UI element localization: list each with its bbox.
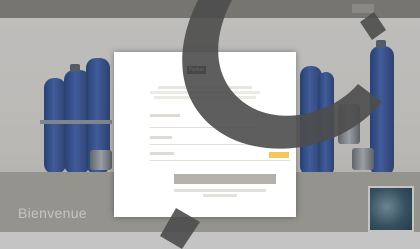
login-submit-button[interactable] (174, 174, 276, 184)
field-2-underline (150, 144, 260, 145)
password-label (150, 152, 174, 155)
dialog-intro-line-2 (150, 91, 260, 94)
dialog-footer-text (150, 189, 290, 197)
forgot-password-button[interactable] (269, 152, 289, 158)
password-input[interactable] (180, 152, 264, 158)
dialog-intro-line-3 (154, 96, 256, 99)
dialog-intro-line-1 (158, 86, 252, 89)
page-frame: Bienvenue Parker (0, 0, 420, 249)
footer-line-2 (203, 194, 237, 197)
username-underline (150, 127, 260, 128)
username-input[interactable] (150, 120, 260, 126)
field-label-2 (150, 136, 172, 139)
password-underline (150, 160, 290, 161)
parker-logo-icon: Parker (187, 66, 206, 74)
login-dialog: Parker (114, 52, 296, 217)
footer-line-1 (174, 189, 266, 192)
field-label-1 (150, 114, 180, 117)
brand-sub-logo (208, 66, 224, 74)
